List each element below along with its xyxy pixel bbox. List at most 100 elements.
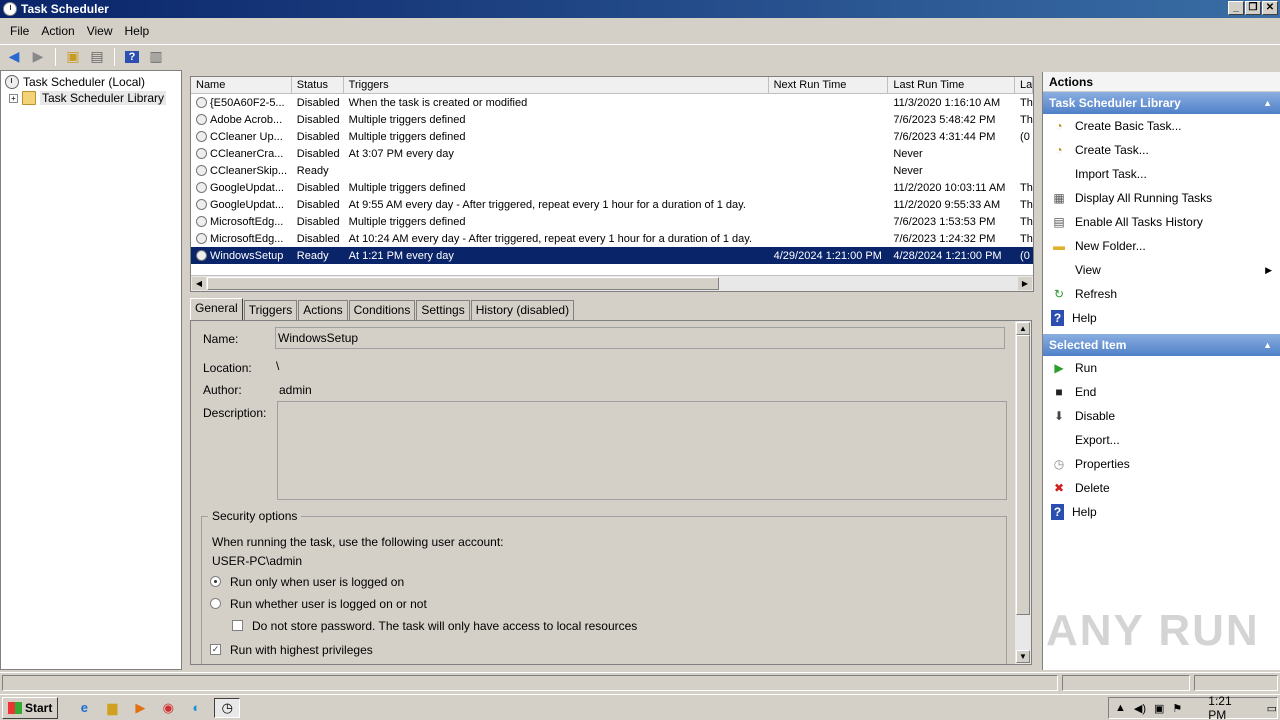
show-desktop-icon[interactable]: ▭	[1267, 702, 1277, 715]
start-button[interactable]: Start	[2, 696, 59, 719]
table-row[interactable]: GoogleUpdat... Disabled At 9:55 AM every d…	[191, 196, 1033, 213]
action-import-task[interactable]: Import Task...	[1043, 162, 1280, 186]
explorer-icon[interactable]: ▆	[102, 698, 122, 718]
tab-history[interactable]: History (disabled)	[470, 300, 575, 320]
action-new-folder[interactable]: ▬ New Folder...	[1043, 234, 1280, 258]
checkbox-do-not-store-password[interactable]	[232, 620, 243, 631]
column-name[interactable]: Name	[191, 77, 292, 93]
minimize-button[interactable]: _	[1228, 1, 1244, 15]
table-row[interactable]: MicrosoftEdg... Disabled At 10:24 AM every…	[191, 230, 1033, 247]
table-row[interactable]: CCleanerCra... Disabled At 3:07 PM every d…	[191, 145, 1033, 162]
task-rows: {E50A60F2-5... Disabled When the task is c…	[191, 94, 1033, 264]
action-export[interactable]: Export...	[1043, 428, 1280, 452]
show-hide-action-pane-icon[interactable]: ▥	[146, 47, 166, 67]
action-view[interactable]: View ▶	[1043, 258, 1280, 282]
scroll-thumb[interactable]	[1016, 335, 1030, 615]
action-help[interactable]: ? Help	[1043, 500, 1280, 524]
tab-settings[interactable]: Settings	[416, 300, 470, 320]
tab-conditions[interactable]: Conditions	[348, 300, 416, 320]
action-enable-all-tasks-history[interactable]: ▤ Enable All Tasks History	[1043, 210, 1280, 234]
table-row[interactable]: Adobe Acrob... Disabled Multiple triggers …	[191, 111, 1033, 128]
table-row[interactable]: GoogleUpdat... Disabled Multiple triggers …	[191, 179, 1033, 196]
forward-icon[interactable]: ▶	[28, 47, 48, 67]
action-center-flag-icon[interactable]: ⚑	[1172, 702, 1182, 715]
up-folder-icon[interactable]: ▣	[63, 47, 83, 67]
menu-view[interactable]: View	[81, 22, 119, 40]
back-icon[interactable]: ◀	[4, 47, 24, 67]
column-status[interactable]: Status	[292, 77, 344, 93]
action-refresh[interactable]: ↻ Refresh	[1043, 282, 1280, 306]
task-clock-icon	[196, 198, 207, 210]
action-disable[interactable]: ⬇ Disable	[1043, 404, 1280, 428]
cell-name: CCleaner Up...	[191, 130, 292, 143]
collapse-icon[interactable]: ▲	[1263, 92, 1272, 114]
task-scheduler-taskbar-icon[interactable]: ◷	[214, 697, 241, 718]
radio-logged-on[interactable]	[210, 576, 221, 587]
section-task-scheduler-library[interactable]: Task Scheduler Library ▲	[1043, 92, 1280, 114]
cell-last: 11/2/2020 9:55:33 AM	[893, 198, 1001, 211]
status-cell-3	[1194, 675, 1278, 691]
chrome-icon[interactable]: ◉	[158, 698, 178, 718]
volume-icon[interactable]: ◀)	[1134, 702, 1146, 715]
cell-triggers: At 3:07 PM every day	[348, 147, 454, 160]
help-icon[interactable]: ?	[122, 47, 142, 67]
edge-icon[interactable]: ◐	[186, 698, 206, 718]
action-label: Refresh	[1075, 287, 1118, 301]
tab-actions[interactable]: Actions	[298, 300, 348, 320]
vertical-scrollbar[interactable]: ▲ ▼	[1015, 321, 1031, 664]
clock[interactable]: 1:21 PM	[1208, 694, 1248, 720]
windows-logo-icon	[8, 701, 22, 714]
cell-name: {E50A60F2-5...	[191, 96, 292, 109]
scroll-up-icon[interactable]: ▲	[1016, 322, 1030, 335]
network-icon[interactable]: ▣	[1154, 702, 1164, 715]
scroll-thumb[interactable]	[207, 277, 719, 290]
tab-general[interactable]: General	[190, 298, 243, 320]
table-row[interactable]: MicrosoftEdg... Disabled Multiple triggers…	[191, 213, 1033, 230]
task-clock-icon	[196, 130, 207, 142]
horizontal-scrollbar[interactable]: ◀ ▶	[191, 275, 1033, 291]
media-player-icon[interactable]: ▶	[130, 698, 150, 718]
submenu-arrow-icon: ▶	[1265, 264, 1272, 275]
menu-file[interactable]: File	[4, 22, 35, 40]
name-field[interactable]: WindowsSetup	[275, 327, 1005, 349]
expand-toggle[interactable]: +	[9, 93, 18, 103]
table-row[interactable]: WindowsSetup Ready At 1:21 PM every day 4/2…	[191, 247, 1033, 264]
table-row[interactable]: {E50A60F2-5... Disabled When the task is c…	[191, 94, 1033, 111]
table-row[interactable]: CCleanerSkip... Ready Never	[191, 162, 1033, 179]
column-last-run-time[interactable]: Last Run Time	[888, 77, 1016, 93]
anyrun-watermark: ANY RUN	[1046, 606, 1260, 655]
column-next-run-time[interactable]: Next Run Time	[769, 77, 889, 93]
tree-item-local[interactable]: Task Scheduler (Local)	[1, 74, 181, 90]
checkbox-highest-privileges[interactable]: ✓	[210, 644, 221, 655]
action-properties[interactable]: ◷ Properties	[1043, 452, 1280, 476]
menu-help[interactable]: Help	[119, 22, 156, 40]
collapse-icon[interactable]: ▲	[1263, 334, 1272, 356]
description-field[interactable]	[277, 401, 1007, 500]
section-selected-item[interactable]: Selected Item ▲	[1043, 334, 1280, 356]
close-button[interactable]: ✕	[1262, 1, 1278, 15]
action-create-basic-task[interactable]: ◔ Create Basic Task...	[1043, 114, 1280, 138]
radio-whether-logged-on[interactable]	[210, 598, 221, 609]
column-triggers[interactable]: Triggers	[344, 77, 769, 93]
task-clock-icon	[196, 181, 207, 193]
table-row[interactable]: CCleaner Up... Disabled Multiple triggers …	[191, 128, 1033, 145]
action-run[interactable]: ▶ Run	[1043, 356, 1280, 380]
action-end[interactable]: ■ End	[1043, 380, 1280, 404]
tab-triggers[interactable]: Triggers	[243, 300, 298, 320]
action-display-all-running-tasks[interactable]: ▦ Display All Running Tasks	[1043, 186, 1280, 210]
scroll-left-icon[interactable]: ◀	[192, 277, 206, 290]
scroll-down-icon[interactable]: ▼	[1016, 650, 1030, 663]
action-create-task[interactable]: ◔ Create Task...	[1043, 138, 1280, 162]
account-prompt: When running the task, use the following…	[212, 535, 504, 549]
show-hidden-icons-icon[interactable]: ▲	[1115, 702, 1126, 714]
action-delete[interactable]: ✖ Delete	[1043, 476, 1280, 500]
column-last-result[interactable]: La	[1015, 77, 1033, 93]
restore-button[interactable]: ❐	[1245, 1, 1261, 15]
cell-name: CCleanerSkip...	[191, 164, 292, 177]
show-hide-tree-icon[interactable]: ▤	[87, 47, 107, 67]
tree-item-library[interactable]: + Task Scheduler Library	[1, 90, 181, 106]
menu-action[interactable]: Action	[35, 22, 80, 40]
scroll-right-icon[interactable]: ▶	[1018, 277, 1032, 290]
internet-explorer-icon[interactable]: e	[74, 698, 94, 718]
action-help[interactable]: ? Help	[1043, 306, 1280, 330]
